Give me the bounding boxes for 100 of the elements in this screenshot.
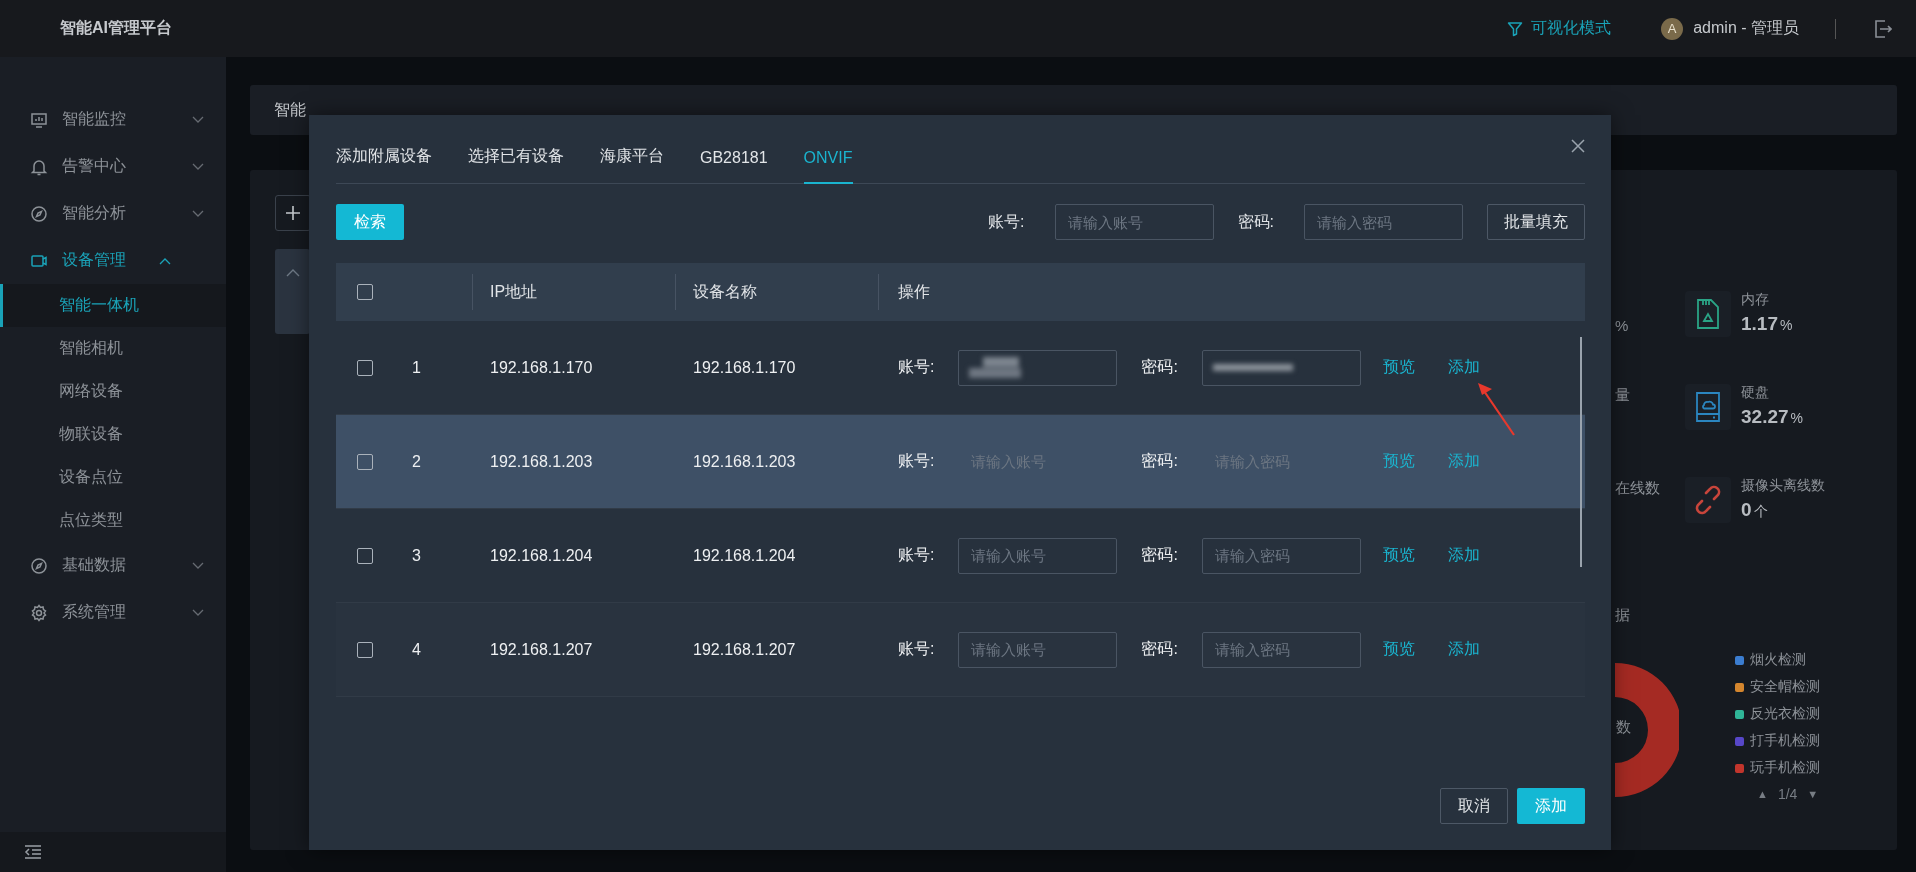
table-cell: 192.168.1.170 <box>490 358 593 376</box>
next-page-button[interactable]: ▼ <box>1807 788 1819 800</box>
account-input[interactable]: 请输入账号 <box>958 631 1118 668</box>
cancel-button[interactable]: 取消 <box>1440 788 1508 824</box>
row-number: 2 <box>412 452 421 470</box>
sidebar-menu-item[interactable]: 基础数据 <box>0 542 226 589</box>
scrollbar[interactable] <box>1580 337 1582 567</box>
previous-page-button[interactable]: ▲ <box>1757 788 1768 800</box>
visual-mode-link[interactable]: 可视化模式 <box>1507 18 1612 39</box>
field-label: 账号: <box>898 545 935 565</box>
menu-icon <box>30 157 48 176</box>
tab[interactable]: 添加附属设备 <box>336 146 432 184</box>
select-all-checkbox[interactable] <box>357 284 373 300</box>
action-link[interactable]: 添加 <box>1447 357 1480 378</box>
row-checkbox[interactable] <box>357 547 373 564</box>
field-label: 密码: <box>1141 357 1178 377</box>
action-link[interactable]: 预览 <box>1382 545 1415 566</box>
sidebar-submenu-item[interactable]: 网络设备 <box>0 370 226 413</box>
row-checkbox[interactable] <box>357 641 373 658</box>
menu-icon <box>30 556 48 575</box>
close-icon[interactable] <box>1570 138 1586 154</box>
stat-value: 32.27% <box>1741 406 1803 428</box>
stat-label: 量 <box>1615 386 1631 405</box>
column-header: IP地址 <box>490 282 538 300</box>
stat-value: 1.17% <box>1741 313 1793 335</box>
legend-label: 烟火检测 <box>1750 651 1806 669</box>
action-link[interactable]: 预览 <box>1382 639 1415 660</box>
legend-label: 反光衣检测 <box>1750 705 1820 723</box>
stat-label: 内存 <box>1741 291 1770 309</box>
password-input[interactable] <box>1201 349 1361 386</box>
row-number: 4 <box>412 640 421 658</box>
table-cell: 192.168.1.204 <box>693 546 796 564</box>
batch-fill-button[interactable]: 批量填充 <box>1487 204 1585 240</box>
field-label: 密码: <box>1141 451 1178 471</box>
filter-icon <box>1507 20 1524 37</box>
sidebar-menu-item[interactable]: 告警中心 <box>0 143 226 190</box>
donut-center-label: 数 <box>1616 718 1631 737</box>
account-input[interactable]: 请输入账号 <box>1054 204 1214 240</box>
sidebar-menu-item[interactable]: 智能分析 <box>0 190 226 237</box>
row-checkbox[interactable] <box>357 453 373 470</box>
row-checkbox[interactable] <box>357 359 373 376</box>
sidebar-submenu-item[interactable]: 智能一体机 <box>0 284 226 327</box>
table-cell: 192.168.1.207 <box>490 640 593 658</box>
logout-icon[interactable] <box>1874 18 1892 39</box>
action-link[interactable]: 预览 <box>1382 357 1415 378</box>
legend-label: 玩手机检测 <box>1750 759 1820 777</box>
user-avatar[interactable]: A <box>1661 17 1684 40</box>
password-input[interactable]: 请输入密码 <box>1201 537 1361 574</box>
row-number: 1 <box>412 358 421 376</box>
breadcrumb[interactable]: 智能 <box>274 99 306 121</box>
app-title: 智能AI管理平台 <box>60 18 172 38</box>
table-cell: 192.168.1.207 <box>693 640 796 658</box>
chevron-up-icon <box>285 269 300 277</box>
table-cell: 192.168.1.203 <box>490 452 593 470</box>
action-link[interactable]: 添加 <box>1447 545 1480 566</box>
sidebar-submenu-item[interactable]: 设备点位 <box>0 456 226 499</box>
sidebar-menu-item[interactable]: 设备管理 <box>0 237 193 284</box>
field-label: 账号: <box>898 357 935 377</box>
password-input[interactable]: 请输入密码 <box>1304 204 1463 240</box>
tab[interactable]: ONVIF <box>803 149 853 184</box>
field-label: 密码: <box>1237 211 1274 232</box>
collapse-menu-icon[interactable] <box>24 845 42 859</box>
blurred-value <box>969 357 1022 378</box>
account-input[interactable] <box>958 349 1118 386</box>
sidebar-menu-item[interactable]: 智能监控 <box>0 96 226 143</box>
chevron-icon <box>192 608 204 617</box>
sidebar-submenu-item[interactable]: 点位类型 <box>0 499 226 542</box>
stat-label: % <box>1615 317 1630 334</box>
chevron-icon <box>192 115 204 124</box>
chart-title: 据 <box>1615 606 1631 625</box>
field-label: 密码: <box>1141 545 1178 565</box>
column-header: 设备名称 <box>693 282 757 300</box>
page-indicator: 1/4 <box>1777 786 1798 802</box>
chevron-icon <box>192 209 204 218</box>
legend-label: 安全帽检测 <box>1750 678 1820 696</box>
tab[interactable]: 选择已有设备 <box>468 146 564 184</box>
user-name[interactable]: admin - 管理员 <box>1693 18 1799 39</box>
stat-label: 硬盘 <box>1741 384 1770 402</box>
account-input[interactable]: 请输入账号 <box>958 537 1118 574</box>
field-label: 账号: <box>898 639 935 659</box>
tab[interactable]: GB28181 <box>700 149 768 184</box>
stat-label: 在线数 <box>1615 479 1661 498</box>
stat-label: 摄像头离线数 <box>1741 477 1825 495</box>
table-cell: 192.168.1.203 <box>693 452 796 470</box>
sidebar-submenu-item[interactable]: 物联设备 <box>0 413 226 456</box>
field-label: 账号: <box>988 211 1025 232</box>
menu-icon <box>30 204 48 223</box>
action-link[interactable]: 添加 <box>1447 639 1480 660</box>
stat-value: 0 个 <box>1741 499 1769 521</box>
action-link[interactable]: 添加 <box>1447 451 1480 472</box>
tab[interactable]: 海康平台 <box>600 146 664 184</box>
password-input[interactable]: 请输入密码 <box>1201 631 1361 668</box>
chevron-icon <box>192 561 204 570</box>
sidebar-menu-item[interactable]: 系统管理 <box>0 589 226 636</box>
legend-label: 打手机检测 <box>1750 732 1820 750</box>
link-icon <box>1693 485 1723 515</box>
sidebar-submenu-item[interactable]: 智能相机 <box>0 327 226 370</box>
menu-icon <box>30 603 48 622</box>
row-number: 3 <box>412 546 421 564</box>
action-link[interactable]: 预览 <box>1382 451 1415 472</box>
